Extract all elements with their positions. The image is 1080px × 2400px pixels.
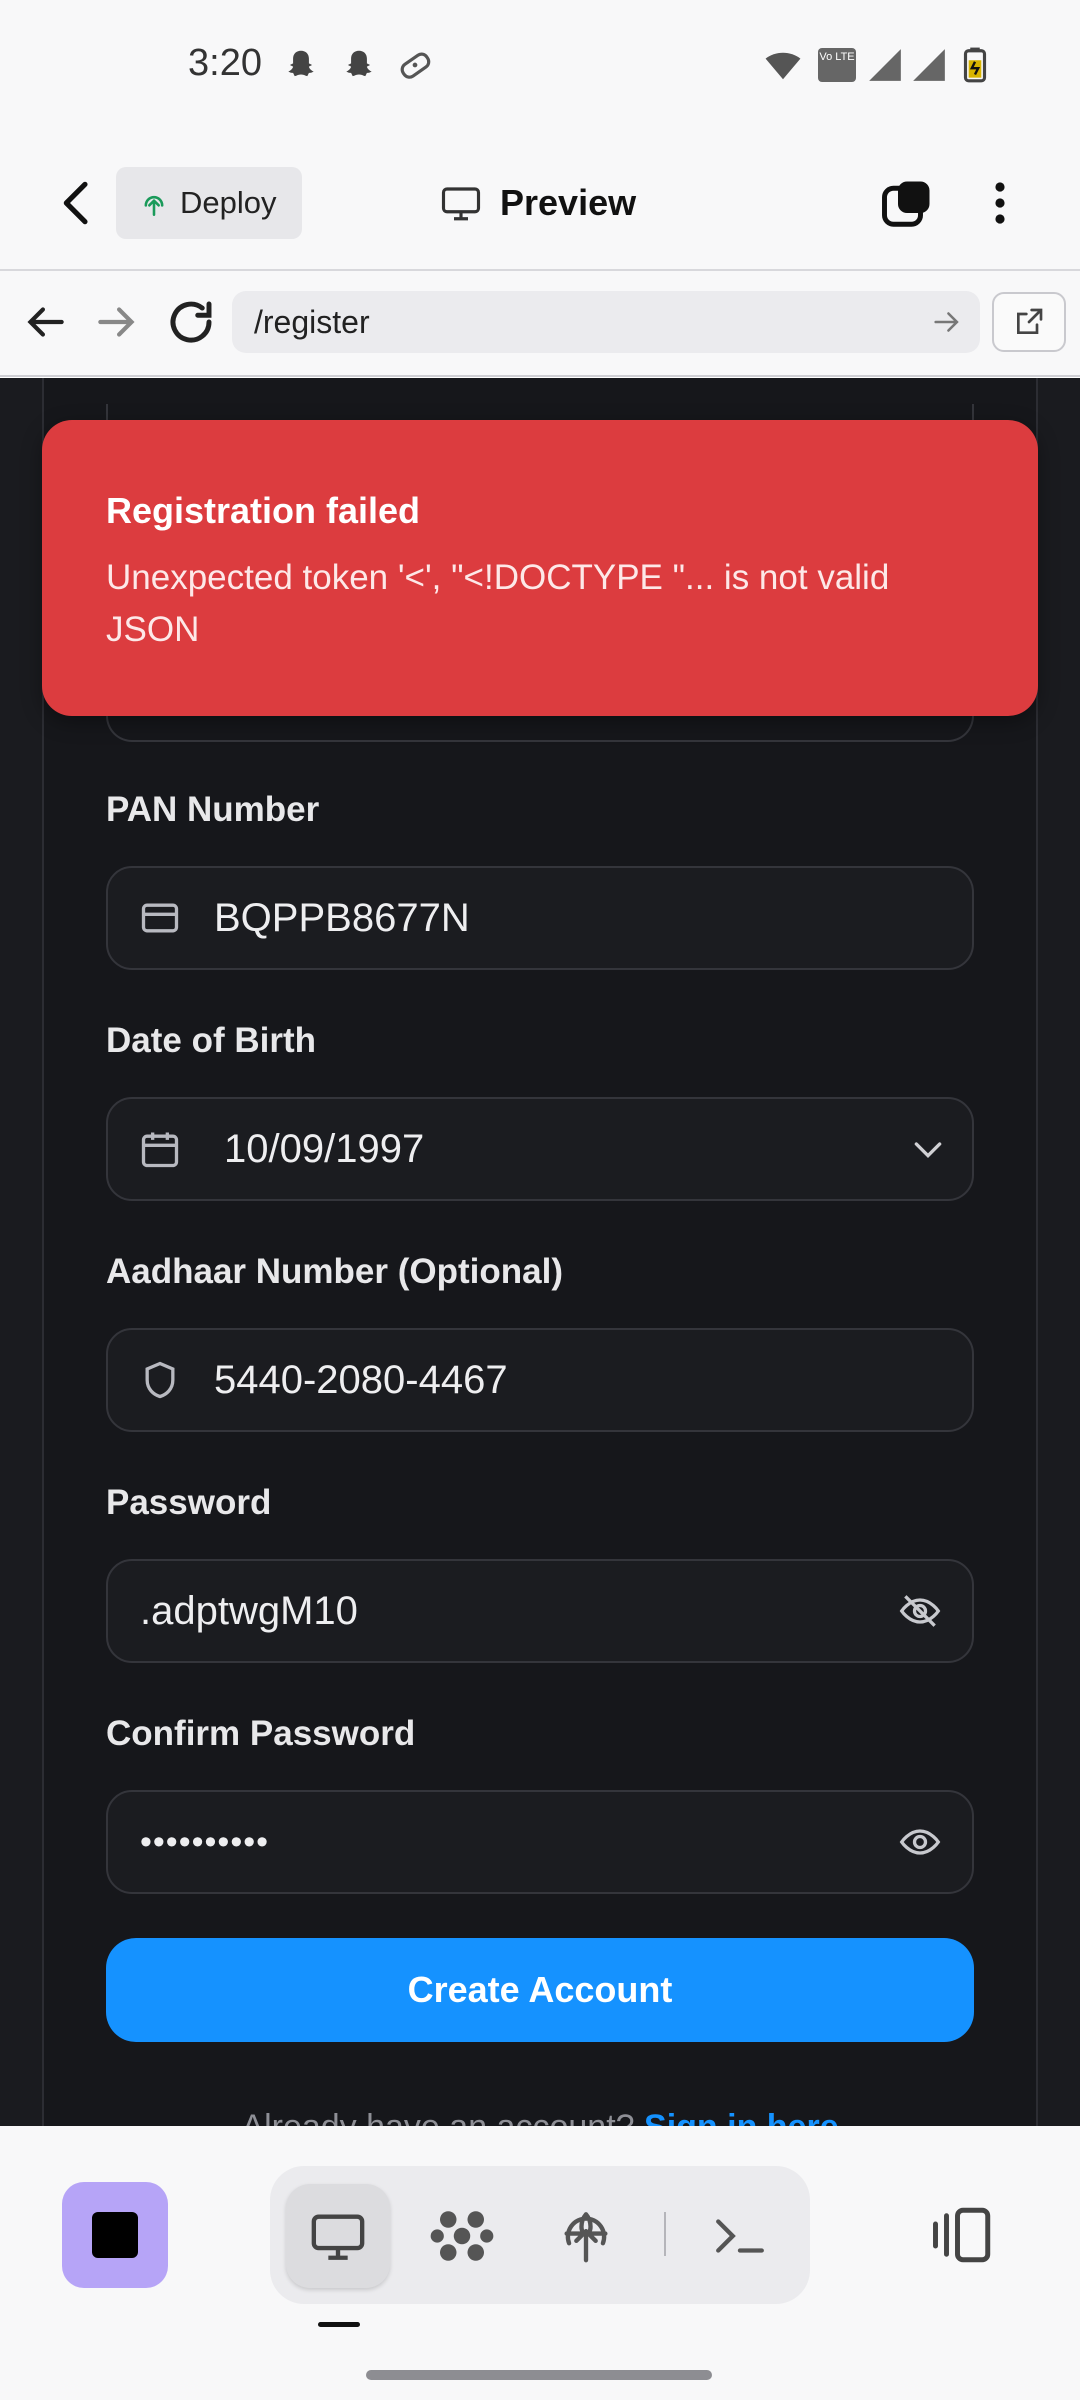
reload-icon[interactable] <box>164 295 218 349</box>
stop-button[interactable] <box>62 2182 168 2288</box>
shield-icon <box>145 1361 175 1399</box>
app-header: Deploy Preview <box>0 135 1080 271</box>
snapchat-icon <box>288 50 314 77</box>
chevron-down-icon <box>914 1142 942 1159</box>
confirm-password-value: •••••••••• <box>140 1822 270 1861</box>
dob-value: 10/09/1997 <box>224 1126 425 1171</box>
preview-title: Preview <box>440 165 636 241</box>
dob-label: Date of Birth <box>106 1021 316 1060</box>
signin-link[interactable]: Sign in here <box>644 2108 839 2126</box>
url-field[interactable]: /register <box>232 291 980 353</box>
password-label: Password <box>106 1483 272 1522</box>
preview-label: Preview <box>500 182 637 223</box>
url-text: /register <box>254 303 370 340</box>
deploy-label: Deploy <box>180 185 277 220</box>
error-toast[interactable]: Registration failed Unexpected token '<'… <box>42 420 1038 716</box>
confirm-password-label: Confirm Password <box>106 1714 416 1753</box>
nav-back-icon[interactable] <box>20 297 70 347</box>
mode-preview-button[interactable] <box>286 2184 390 2288</box>
dob-field[interactable]: 10/09/1997 <box>106 1097 974 1201</box>
split-view-icon <box>933 2207 991 2263</box>
aadhaar-field[interactable]: 5440-2080-4467 <box>106 1328 974 1432</box>
deploy-button[interactable]: Deploy <box>116 167 302 239</box>
deploy-icon <box>144 195 164 216</box>
card-icon <box>141 903 179 933</box>
game-controller-icon <box>400 52 431 79</box>
toast-message: Unexpected token '<', "<!DOCTYPE "... is… <box>106 558 890 649</box>
wifi-icon <box>765 52 801 80</box>
password-value: .adptwgM10 <box>140 1588 358 1633</box>
pan-label: PAN Number <box>106 790 320 829</box>
separator <box>664 2212 666 2256</box>
monitor-icon <box>441 187 481 221</box>
tabs-icon[interactable] <box>880 177 934 231</box>
go-arrow-icon[interactable] <box>930 305 964 339</box>
create-account-label: Create Account <box>407 1969 673 2010</box>
terminal-icon <box>716 2219 764 2253</box>
layout-toggle-button[interactable] <box>928 2182 998 2288</box>
pan-value: BQPPB8677N <box>214 895 470 940</box>
stop-icon <box>92 2212 138 2258</box>
back-icon[interactable] <box>50 175 106 231</box>
signal-icon <box>869 49 901 81</box>
external-link-icon <box>1017 308 1043 334</box>
workspace-icon <box>430 2211 494 2261</box>
monitor-icon <box>311 2214 365 2260</box>
status-time: 3:20 <box>188 42 262 84</box>
status-bar: 3:20 Vo LTE <box>0 0 1080 135</box>
volte-icon: Vo LTE <box>818 48 856 82</box>
pan-field[interactable]: BQPPB8677N <box>106 866 974 970</box>
aadhaar-label: Aadhaar Number (Optional) <box>106 1252 563 1291</box>
confirm-password-field[interactable]: •••••••••• <box>106 1790 974 1894</box>
password-field[interactable]: .adptwgM10 <box>106 1559 974 1663</box>
browser-nav-bar: /register <box>0 271 1080 377</box>
aadhaar-value: 5440-2080-4467 <box>214 1357 508 1402</box>
toast-title: Registration failed <box>106 490 421 531</box>
mode-deploy-button[interactable] <box>534 2184 638 2288</box>
more-options-icon[interactable] <box>976 175 1024 231</box>
deploy-icon <box>564 2212 608 2263</box>
signin-prompt: Already have an account? Sign in here <box>0 2108 1080 2126</box>
eye-off-icon[interactable] <box>898 1589 942 1633</box>
bottom-toolbar <box>0 2126 1080 2400</box>
mode-switcher <box>270 2166 810 2304</box>
mode-console-button[interactable] <box>688 2184 792 2288</box>
calendar-icon <box>141 1132 179 1168</box>
active-mode-indicator <box>318 2322 360 2327</box>
nav-forward-icon[interactable] <box>92 297 142 347</box>
battery-charging-icon <box>963 47 987 83</box>
create-account-button[interactable]: Create Account <box>106 1938 974 2042</box>
eye-icon[interactable] <box>898 1820 942 1864</box>
open-external-button[interactable] <box>992 292 1066 352</box>
home-indicator[interactable] <box>366 2370 712 2380</box>
snapchat-icon <box>346 50 372 77</box>
signal-icon <box>913 49 945 81</box>
signin-prompt-text: Already have an account? <box>241 2108 634 2126</box>
mode-workspace-button[interactable] <box>410 2184 514 2288</box>
